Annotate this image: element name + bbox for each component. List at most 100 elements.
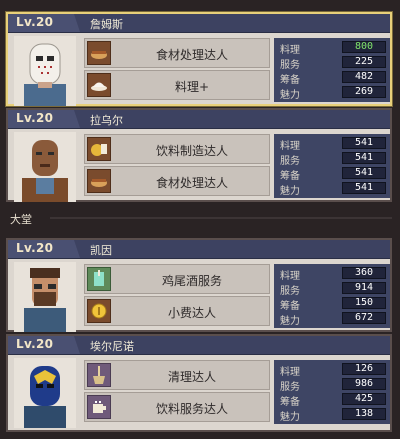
staff-name: 拉乌尔	[90, 114, 123, 127]
stat-charm: 魅力 672	[274, 311, 390, 327]
stat-prep: 筹备 541	[274, 166, 390, 182]
cooking-pan-icon	[87, 41, 111, 65]
stat-charm: 魅力 269	[274, 85, 390, 101]
bald-man-portrait-icon	[14, 132, 76, 202]
skill-label: 饮料制造达人	[155, 144, 228, 158]
stat-key: 料理	[280, 141, 300, 152]
stat-key: 筹备	[280, 301, 300, 312]
skill-label: 鸡尾酒服务	[161, 274, 222, 288]
skill-slot[interactable]: 鸡尾酒服务	[84, 264, 270, 294]
stat-charm: 魅力 138	[274, 407, 390, 423]
skill-slot[interactable]: 饮料制造达人	[84, 134, 270, 164]
stat-key: 魅力	[280, 186, 300, 197]
skill-label: 食材处理达人	[155, 176, 228, 190]
stat-key: 服务	[280, 156, 300, 167]
staff-card-raoul[interactable]: Lv.20 拉乌尔 饮料制造达人 食材处理达人 料理 541 服务 541 筹备…	[6, 108, 392, 202]
stat-value: 541	[342, 152, 386, 164]
skill-slot[interactable]: 食材处理达人	[84, 38, 270, 68]
skill-list: 清理达人 饮料服务达人	[84, 360, 270, 424]
section-label: 大堂	[10, 213, 32, 226]
drink-cup-icon	[87, 137, 111, 161]
stat-service: 服务 986	[274, 377, 390, 393]
card-header: Lv.20 詹姆斯	[8, 14, 390, 33]
dish-plate-icon	[87, 73, 111, 97]
stat-cooking: 料理 541	[274, 136, 390, 152]
stat-value: 541	[342, 167, 386, 179]
skill-list: 饮料制造达人 食材处理达人	[84, 134, 270, 198]
stat-value: 360	[342, 267, 386, 279]
card-header: Lv.20 凯因	[8, 240, 390, 259]
skill-label: 饮料服务达人	[155, 402, 228, 416]
stat-key: 料理	[280, 271, 300, 282]
stat-key: 服务	[280, 382, 300, 393]
card-header: Lv.20 拉乌尔	[8, 110, 390, 129]
stat-key: 魅力	[280, 412, 300, 423]
level-label: Lv.20	[16, 111, 54, 125]
stat-value: 425	[342, 393, 386, 405]
stat-charm: 魅力 541	[274, 181, 390, 197]
staff-card-kane[interactable]: Lv.20 凯因 鸡尾酒服务 小费达人 料理 360 服务 914 筹备 150…	[6, 238, 392, 332]
coin-icon	[87, 299, 111, 323]
skill-list: 食材处理达人 料理+	[84, 38, 270, 102]
cocktail-icon	[87, 267, 111, 291]
stat-key: 料理	[280, 367, 300, 378]
staff-card-james[interactable]: Lv.20 詹姆斯 食材处理达人 料理+ 料理 800 服务 225 筹备 48…	[6, 12, 392, 106]
stats-panel: 料理 360 服务 914 筹备 150 魅力 672	[274, 264, 390, 328]
stat-value: 138	[342, 408, 386, 420]
stat-service: 服务 541	[274, 151, 390, 167]
stat-value: 672	[342, 312, 386, 324]
staff-name: 凯因	[90, 244, 112, 257]
skill-slot[interactable]: 小费达人	[84, 296, 270, 326]
stat-key: 魅力	[280, 90, 300, 101]
stat-prep: 筹备 150	[274, 296, 390, 312]
stat-prep: 筹备 482	[274, 70, 390, 86]
stat-value: 541	[342, 137, 386, 149]
stat-value: 225	[342, 56, 386, 68]
coffee-cup-icon	[87, 395, 111, 419]
stats-panel: 料理 541 服务 541 筹备 541 魅力 541	[274, 134, 390, 198]
staff-name: 詹姆斯	[90, 18, 123, 31]
stat-value: 541	[342, 182, 386, 194]
stat-value: 800	[342, 41, 386, 53]
stat-service: 服务 225	[274, 55, 390, 71]
skill-slot[interactable]: 料理+	[84, 70, 270, 100]
luchador-mask-portrait-icon	[14, 358, 76, 428]
stats-panel: 料理 126 服务 986 筹备 425 魅力 138	[274, 360, 390, 424]
stat-value: 914	[342, 282, 386, 294]
stat-value: 126	[342, 363, 386, 375]
skill-label: 小费达人	[167, 306, 216, 320]
card-header: Lv.20 埃尔尼诺	[8, 336, 390, 355]
skill-label: 清理达人	[167, 370, 216, 384]
stat-value: 986	[342, 378, 386, 390]
skill-label: 料理+	[174, 80, 210, 94]
staff-card-el-nino[interactable]: Lv.20 埃尔尼诺 清理达人 饮料服务达人 料理 126 服务 986 筹备 …	[6, 334, 392, 432]
stat-key: 料理	[280, 45, 300, 56]
stat-value: 150	[342, 297, 386, 309]
broom-icon	[87, 363, 111, 387]
cooking-pan-icon	[87, 169, 111, 193]
skill-slot[interactable]: 食材处理达人	[84, 166, 270, 196]
stat-value: 269	[342, 86, 386, 98]
section-divider	[50, 217, 392, 219]
level-label: Lv.20	[16, 337, 54, 351]
stat-service: 服务 914	[274, 281, 390, 297]
level-label: Lv.20	[16, 241, 54, 255]
stat-key: 服务	[280, 60, 300, 71]
level-label: Lv.20	[16, 15, 54, 29]
stat-key: 魅力	[280, 316, 300, 327]
skill-slot[interactable]: 饮料服务达人	[84, 392, 270, 422]
stat-key: 筹备	[280, 75, 300, 86]
hockey-mask-portrait-icon	[14, 36, 76, 106]
stat-prep: 筹备 425	[274, 392, 390, 408]
stat-key: 服务	[280, 286, 300, 297]
stat-cooking: 料理 800	[274, 40, 390, 56]
staff-name: 埃尔尼诺	[90, 340, 134, 353]
stat-value: 482	[342, 71, 386, 83]
stat-cooking: 料理 360	[274, 266, 390, 282]
skill-slot[interactable]: 清理达人	[84, 360, 270, 390]
skill-list: 鸡尾酒服务 小费达人	[84, 264, 270, 328]
bearded-man-portrait-icon	[14, 262, 76, 332]
skill-label: 食材处理达人	[155, 48, 228, 62]
stat-key: 筹备	[280, 171, 300, 182]
stat-key: 筹备	[280, 397, 300, 408]
